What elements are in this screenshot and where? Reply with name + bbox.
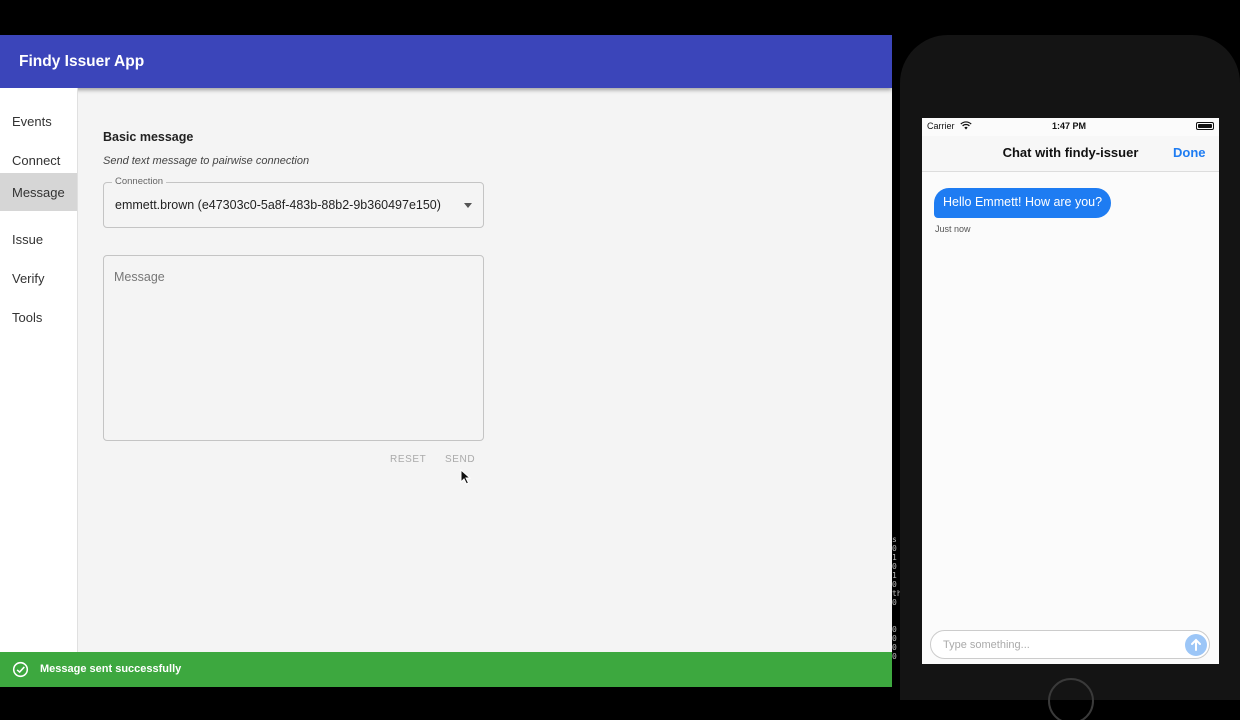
connection-select[interactable]: Connection emmett.brown (e47303c0-5a8f-4… [103, 176, 484, 228]
section-title: Basic message [103, 130, 194, 144]
done-button[interactable]: Done [1173, 145, 1206, 160]
sidebar-item-message[interactable]: Message [0, 173, 77, 211]
mouse-cursor-icon [460, 469, 472, 485]
status-bar: Carrier 1:47 PM [922, 118, 1219, 136]
carrier-label: Carrier [927, 121, 955, 131]
sidebar: Events Connect Message Issue Verify Tool… [0, 88, 78, 653]
message-timestamp: Just now [935, 224, 971, 234]
phone-screen: Carrier 1:47 PM Chat with findy-issuer D… [922, 118, 1219, 664]
chat-input-bar [930, 630, 1210, 659]
arrow-up-icon [1191, 638, 1201, 651]
message-textarea[interactable] [104, 256, 483, 440]
send-message-button[interactable] [1185, 634, 1207, 656]
connection-label: Connection [112, 176, 167, 187]
sidebar-item-events[interactable]: Events [0, 102, 77, 141]
issuer-web-app: Findy Issuer App Events Connect Message … [0, 35, 892, 687]
message-field [103, 255, 484, 441]
snackbar-text: Message sent successfully [40, 663, 182, 675]
dropdown-caret-icon [464, 203, 472, 208]
connection-value: emmett.brown (e47303c0-5a8f-483b-88b2-9b… [115, 198, 441, 212]
battery-icon [1196, 122, 1214, 130]
reset-button[interactable]: RESET [390, 454, 426, 465]
screen: Findy Issuer App Events Connect Message … [0, 0, 1240, 720]
sidebar-item-verify[interactable]: Verify [0, 259, 77, 298]
app-title: Findy Issuer App [19, 53, 145, 70]
chat-input[interactable] [931, 631, 1171, 658]
send-button[interactable]: SEND [445, 454, 475, 465]
message-bubble: Hello Emmett! How are you? [934, 188, 1112, 218]
section-subtitle: Send text message to pairwise connection [103, 155, 310, 167]
terminal-fragment: s 0 1 0 1 0 th 0 0 0 0 0 [892, 535, 900, 661]
chat-navbar: Chat with findy-issuer Done [922, 136, 1219, 172]
snackbar: Message sent successfully [0, 652, 892, 687]
check-circle-icon [12, 661, 29, 678]
status-time: 1:47 PM [1052, 121, 1087, 131]
sidebar-item-issue[interactable]: Issue [0, 220, 77, 259]
sidebar-item-tools[interactable]: Tools [0, 298, 77, 337]
app-bar: Findy Issuer App [0, 35, 892, 88]
message-panel: Basic message Send text message to pairw… [79, 88, 892, 653]
wifi-icon [960, 121, 972, 130]
phone-home-button[interactable] [1048, 678, 1094, 720]
